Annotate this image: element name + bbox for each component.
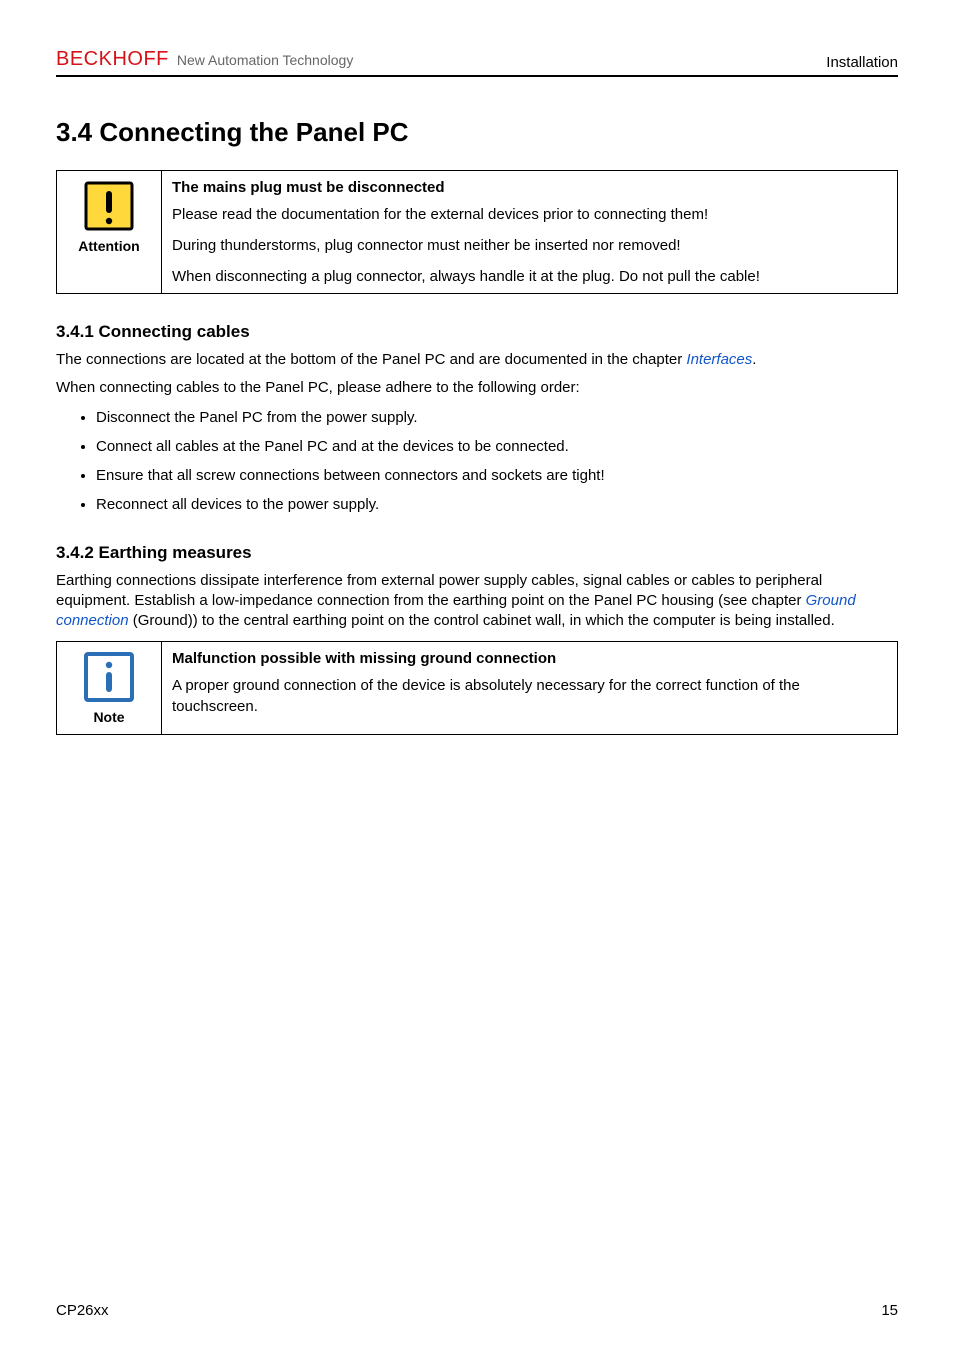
brand-block: BECKHOFF New Automation Technology xyxy=(56,48,353,71)
note-box: Note Malfunction possible with missing g… xyxy=(56,641,898,735)
page-header: BECKHOFF New Automation Technology Insta… xyxy=(56,48,898,77)
sub2-paragraph-1: Earthing connections dissipate interfere… xyxy=(56,571,898,632)
note-body: A proper ground connection of the device… xyxy=(172,675,887,717)
attention-line3: When disconnecting a plug connector, alw… xyxy=(172,266,887,287)
list-item: Ensure that all screw connections betwee… xyxy=(96,465,898,486)
interfaces-link[interactable]: Interfaces xyxy=(686,351,752,368)
list-item: Disconnect the Panel PC from the power s… xyxy=(96,407,898,428)
attention-label: Attention xyxy=(67,237,151,257)
list-item: Reconnect all devices to the power suppl… xyxy=(96,494,898,515)
attention-icon xyxy=(84,181,134,231)
attention-line1: Please read the documentation for the ex… xyxy=(172,204,887,225)
sub1-paragraph-2: When connecting cables to the Panel PC, … xyxy=(56,378,898,398)
attention-line2: During thunderstorms, plug connector mus… xyxy=(172,235,887,256)
header-chapter: Installation xyxy=(826,54,898,71)
section-title: 3.4 Connecting the Panel PC xyxy=(56,117,898,148)
subsection-1-title: 3.4.1 Connecting cables xyxy=(56,322,898,342)
brand-name: BECKHOFF xyxy=(56,48,169,71)
attention-title: The mains plug must be disconnected xyxy=(172,177,887,198)
footer-doc-id: CP26xx xyxy=(56,1302,109,1319)
brand-tagline: New Automation Technology xyxy=(177,52,353,68)
sub1-paragraph-1: The connections are located at the botto… xyxy=(56,350,898,370)
note-label: Note xyxy=(67,708,151,728)
list-item: Connect all cables at the Panel PC and a… xyxy=(96,436,898,457)
note-title: Malfunction possible with missing ground… xyxy=(172,648,887,669)
attention-box: Attention The mains plug must be disconn… xyxy=(56,170,898,294)
info-icon xyxy=(84,652,134,702)
footer-page-number: 15 xyxy=(881,1302,898,1319)
subsection-2-title: 3.4.2 Earthing measures xyxy=(56,543,898,563)
page-footer: CP26xx 15 xyxy=(56,1302,898,1319)
sub1-bullet-list: Disconnect the Panel PC from the power s… xyxy=(96,407,898,515)
